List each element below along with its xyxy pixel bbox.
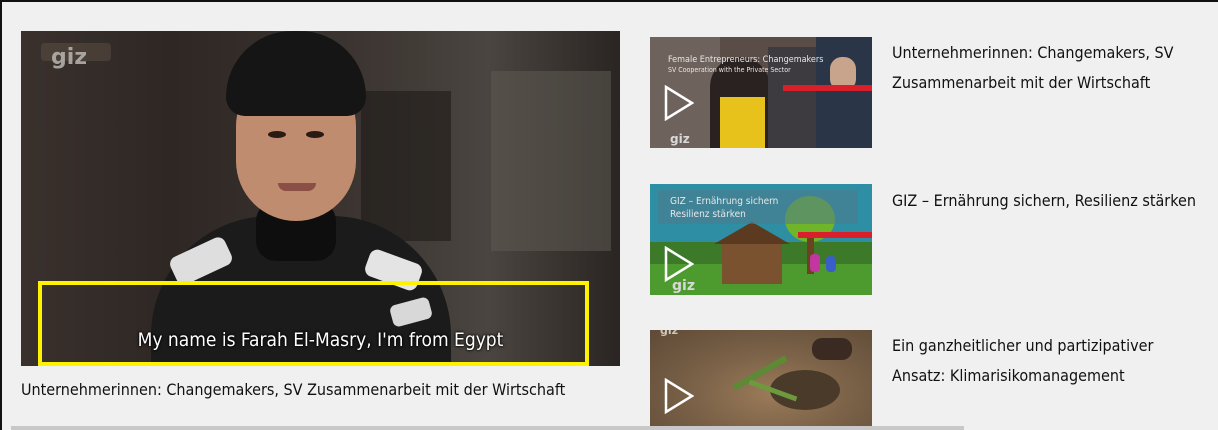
- thumb-red-bar: [783, 85, 872, 91]
- giz-logo: giz: [660, 330, 679, 337]
- playlist-thumbnail-1[interactable]: Female Entrepreneurs: Changemakers SV Co…: [650, 37, 872, 148]
- thumb-person-4: [816, 37, 872, 148]
- play-icon: [664, 378, 694, 414]
- thumb-hut: [722, 239, 782, 284]
- frame-top-border: [0, 0, 1218, 2]
- video-person-eye: [268, 131, 286, 138]
- thumb-hand: [812, 338, 852, 360]
- thumb-red-bar: [798, 232, 872, 238]
- thumb-caption-line1: Female Entrepreneurs: Changemakers: [668, 55, 824, 65]
- video-person-mouth: [278, 183, 316, 191]
- thumb-caption-line1: GIZ – Ernährung sichern: [670, 196, 779, 207]
- thumb-hut-roof: [714, 222, 790, 244]
- thumb-figure: [810, 254, 820, 272]
- play-icon: [664, 246, 694, 282]
- playlist-title-3[interactable]: Ein ganzheitlicher und partizipativer An…: [892, 331, 1202, 391]
- thumb-figure: [826, 256, 836, 272]
- thumb-caption-line2: SV Cooperation with the Private Sector: [668, 66, 791, 74]
- main-video-title[interactable]: Unternehmerinnen: Changemakers, SV Zusam…: [21, 380, 565, 399]
- playlist-title-2[interactable]: GIZ – Ernährung sichern, Resilienz stärk…: [892, 186, 1202, 216]
- video-window: [491, 71, 611, 251]
- thumb-caption-line2: Resilienz stärken: [670, 209, 746, 220]
- frame-left-border: [0, 0, 2, 430]
- playlist-thumbnail-3[interactable]: giz: [650, 330, 872, 428]
- play-icon: [664, 85, 694, 121]
- giz-logo: giz: [51, 45, 88, 70]
- horizontal-scrollbar[interactable]: [11, 426, 964, 430]
- playlist-title-1[interactable]: Unternehmerinnen: Changemakers, SV Zusam…: [892, 38, 1202, 98]
- video-person-eye: [306, 131, 324, 138]
- playlist-thumbnail-2[interactable]: GIZ – Ernährung sichern Resilienz stärke…: [650, 184, 872, 295]
- giz-logo: giz: [670, 132, 690, 146]
- thumb-yellow-dress: [720, 97, 765, 148]
- giz-logo: giz: [672, 278, 695, 294]
- subtitle-highlight-box: [38, 281, 589, 366]
- video-hallway: [361, 91, 451, 241]
